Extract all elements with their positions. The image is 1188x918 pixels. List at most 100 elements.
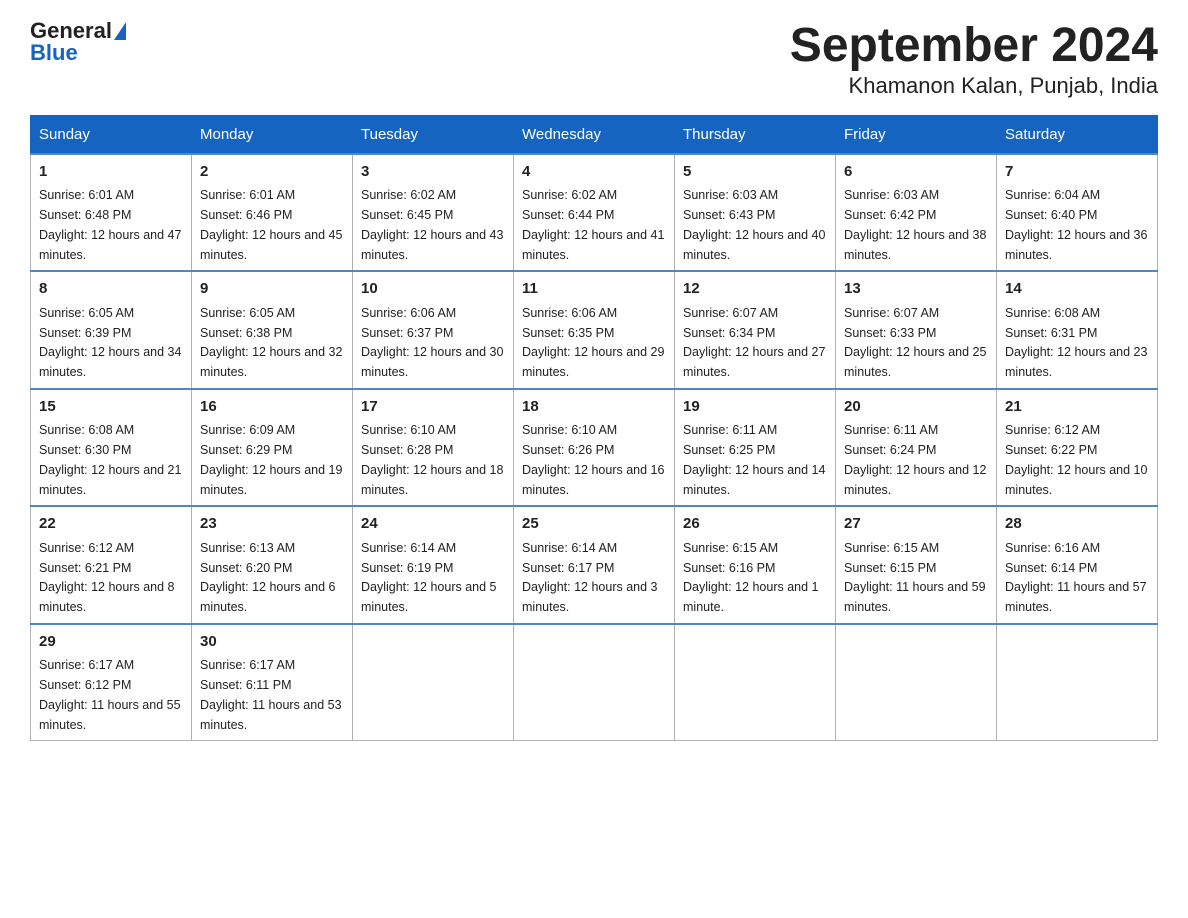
calendar-week-row: 1 Sunrise: 6:01 AM Sunset: 6:48 PM Daylig…	[31, 154, 1158, 272]
day-number: 19	[683, 396, 827, 419]
day-info: Sunrise: 6:11 AM Sunset: 6:24 PM Dayligh…	[844, 423, 986, 496]
day-number: 7	[1005, 161, 1149, 184]
header-thursday: Thursday	[675, 115, 836, 154]
day-number: 11	[522, 278, 666, 301]
page-header: General Blue September 2024 Khamanon Kal…	[30, 20, 1158, 99]
calendar-cell: 27 Sunrise: 6:15 AM Sunset: 6:15 PM Dayli…	[836, 506, 997, 624]
day-info: Sunrise: 6:15 AM Sunset: 6:15 PM Dayligh…	[844, 541, 986, 614]
day-info: Sunrise: 6:08 AM Sunset: 6:30 PM Dayligh…	[39, 423, 181, 496]
day-number: 15	[39, 396, 183, 419]
calendar-week-row: 8 Sunrise: 6:05 AM Sunset: 6:39 PM Daylig…	[31, 271, 1158, 389]
day-number: 13	[844, 278, 988, 301]
day-number: 27	[844, 513, 988, 536]
day-info: Sunrise: 6:02 AM Sunset: 6:44 PM Dayligh…	[522, 188, 664, 261]
calendar-cell: 14 Sunrise: 6:08 AM Sunset: 6:31 PM Dayli…	[997, 271, 1158, 389]
logo-general: General	[30, 20, 112, 42]
day-number: 26	[683, 513, 827, 536]
calendar-cell: 17 Sunrise: 6:10 AM Sunset: 6:28 PM Dayli…	[353, 389, 514, 507]
logo-blue: Blue	[30, 42, 78, 64]
calendar-cell: 23 Sunrise: 6:13 AM Sunset: 6:20 PM Dayli…	[192, 506, 353, 624]
calendar-cell: 6 Sunrise: 6:03 AM Sunset: 6:42 PM Daylig…	[836, 154, 997, 272]
header-saturday: Saturday	[997, 115, 1158, 154]
day-info: Sunrise: 6:03 AM Sunset: 6:42 PM Dayligh…	[844, 188, 986, 261]
day-number: 20	[844, 396, 988, 419]
day-info: Sunrise: 6:02 AM Sunset: 6:45 PM Dayligh…	[361, 188, 503, 261]
calendar-cell: 30 Sunrise: 6:17 AM Sunset: 6:11 PM Dayli…	[192, 624, 353, 741]
calendar-cell: 9 Sunrise: 6:05 AM Sunset: 6:38 PM Daylig…	[192, 271, 353, 389]
calendar-cell: 5Sunrise: 6:03 AM Sunset: 6:43 PM Daylig…	[675, 154, 836, 272]
day-number: 24	[361, 513, 505, 536]
header-sunday: Sunday	[31, 115, 192, 154]
header-friday: Friday	[836, 115, 997, 154]
day-number: 9	[200, 278, 344, 301]
calendar-cell: 7Sunrise: 6:04 AM Sunset: 6:40 PM Daylig…	[997, 154, 1158, 272]
calendar-week-row: 15 Sunrise: 6:08 AM Sunset: 6:30 PM Dayli…	[31, 389, 1158, 507]
day-number: 30	[200, 631, 344, 654]
calendar-cell	[997, 624, 1158, 741]
day-info: Sunrise: 6:05 AM Sunset: 6:39 PM Dayligh…	[39, 306, 181, 379]
calendar-cell	[353, 624, 514, 741]
day-info: Sunrise: 6:07 AM Sunset: 6:33 PM Dayligh…	[844, 306, 986, 379]
day-info: Sunrise: 6:03 AM Sunset: 6:43 PM Dayligh…	[683, 188, 825, 261]
day-info: Sunrise: 6:06 AM Sunset: 6:37 PM Dayligh…	[361, 306, 503, 379]
day-number: 4	[522, 161, 666, 184]
calendar-cell: 1 Sunrise: 6:01 AM Sunset: 6:48 PM Daylig…	[31, 154, 192, 272]
day-info: Sunrise: 6:06 AM Sunset: 6:35 PM Dayligh…	[522, 306, 664, 379]
day-info: Sunrise: 6:09 AM Sunset: 6:29 PM Dayligh…	[200, 423, 342, 496]
calendar-title: September 2024	[790, 20, 1158, 73]
day-info: Sunrise: 6:17 AM Sunset: 6:12 PM Dayligh…	[39, 658, 181, 731]
calendar-cell: 8 Sunrise: 6:05 AM Sunset: 6:39 PM Daylig…	[31, 271, 192, 389]
calendar-week-row: 29 Sunrise: 6:17 AM Sunset: 6:12 PM Dayli…	[31, 624, 1158, 741]
day-info: Sunrise: 6:05 AM Sunset: 6:38 PM Dayligh…	[200, 306, 342, 379]
calendar-cell	[675, 624, 836, 741]
day-info: Sunrise: 6:01 AM Sunset: 6:48 PM Dayligh…	[39, 188, 181, 261]
calendar-cell	[514, 624, 675, 741]
calendar-cell: 16 Sunrise: 6:09 AM Sunset: 6:29 PM Dayli…	[192, 389, 353, 507]
calendar-cell: 12Sunrise: 6:07 AM Sunset: 6:34 PM Dayli…	[675, 271, 836, 389]
day-info: Sunrise: 6:10 AM Sunset: 6:28 PM Dayligh…	[361, 423, 503, 496]
calendar-table: SundayMondayTuesdayWednesdayThursdayFrid…	[30, 115, 1158, 742]
calendar-cell: 10Sunrise: 6:06 AM Sunset: 6:37 PM Dayli…	[353, 271, 514, 389]
calendar-cell: 4 Sunrise: 6:02 AM Sunset: 6:44 PM Daylig…	[514, 154, 675, 272]
day-info: Sunrise: 6:07 AM Sunset: 6:34 PM Dayligh…	[683, 306, 825, 379]
day-number: 18	[522, 396, 666, 419]
day-info: Sunrise: 6:17 AM Sunset: 6:11 PM Dayligh…	[200, 658, 342, 731]
calendar-cell: 15 Sunrise: 6:08 AM Sunset: 6:30 PM Dayli…	[31, 389, 192, 507]
calendar-cell: 2 Sunrise: 6:01 AM Sunset: 6:46 PM Daylig…	[192, 154, 353, 272]
day-number: 16	[200, 396, 344, 419]
calendar-cell: 24Sunrise: 6:14 AM Sunset: 6:19 PM Dayli…	[353, 506, 514, 624]
day-info: Sunrise: 6:01 AM Sunset: 6:46 PM Dayligh…	[200, 188, 342, 261]
day-info: Sunrise: 6:16 AM Sunset: 6:14 PM Dayligh…	[1005, 541, 1147, 614]
calendar-week-row: 22Sunrise: 6:12 AM Sunset: 6:21 PM Dayli…	[31, 506, 1158, 624]
day-number: 6	[844, 161, 988, 184]
day-number: 3	[361, 161, 505, 184]
calendar-cell: 22Sunrise: 6:12 AM Sunset: 6:21 PM Dayli…	[31, 506, 192, 624]
calendar-cell: 29 Sunrise: 6:17 AM Sunset: 6:12 PM Dayli…	[31, 624, 192, 741]
day-number: 29	[39, 631, 183, 654]
day-info: Sunrise: 6:11 AM Sunset: 6:25 PM Dayligh…	[683, 423, 825, 496]
day-number: 17	[361, 396, 505, 419]
day-number: 1	[39, 161, 183, 184]
day-number: 21	[1005, 396, 1149, 419]
calendar-cell: 28 Sunrise: 6:16 AM Sunset: 6:14 PM Dayli…	[997, 506, 1158, 624]
calendar-cell: 20 Sunrise: 6:11 AM Sunset: 6:24 PM Dayli…	[836, 389, 997, 507]
day-number: 14	[1005, 278, 1149, 301]
logo-triangle-icon	[114, 22, 126, 40]
day-number: 28	[1005, 513, 1149, 536]
day-info: Sunrise: 6:12 AM Sunset: 6:21 PM Dayligh…	[39, 541, 175, 614]
logo: General Blue	[30, 20, 126, 64]
calendar-cell: 13 Sunrise: 6:07 AM Sunset: 6:33 PM Dayli…	[836, 271, 997, 389]
day-number: 23	[200, 513, 344, 536]
day-info: Sunrise: 6:08 AM Sunset: 6:31 PM Dayligh…	[1005, 306, 1147, 379]
day-number: 8	[39, 278, 183, 301]
day-number: 2	[200, 161, 344, 184]
day-info: Sunrise: 6:13 AM Sunset: 6:20 PM Dayligh…	[200, 541, 336, 614]
title-block: September 2024 Khamanon Kalan, Punjab, I…	[790, 20, 1158, 99]
day-number: 25	[522, 513, 666, 536]
header-tuesday: Tuesday	[353, 115, 514, 154]
calendar-cell: 26Sunrise: 6:15 AM Sunset: 6:16 PM Dayli…	[675, 506, 836, 624]
calendar-cell	[836, 624, 997, 741]
calendar-cell: 11 Sunrise: 6:06 AM Sunset: 6:35 PM Dayli…	[514, 271, 675, 389]
day-info: Sunrise: 6:14 AM Sunset: 6:17 PM Dayligh…	[522, 541, 658, 614]
calendar-subtitle: Khamanon Kalan, Punjab, India	[790, 73, 1158, 99]
